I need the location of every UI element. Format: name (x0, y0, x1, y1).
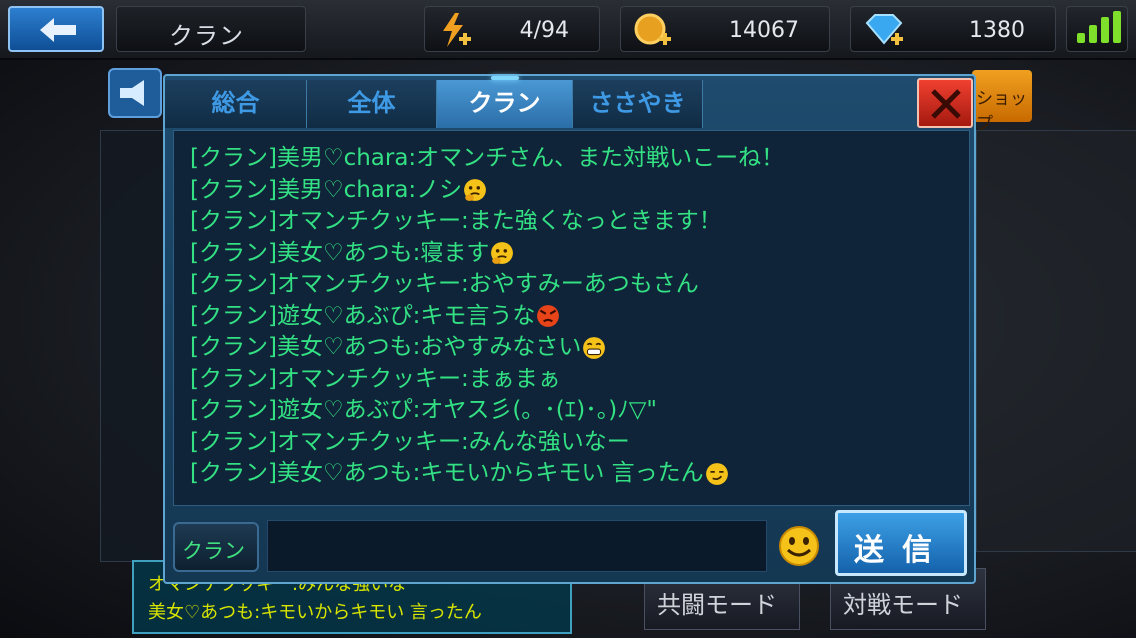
chat-tabs: 総合 全体 クラン ささやき (165, 76, 765, 130)
gem-value: 1380 (969, 18, 1025, 43)
announcement-button[interactable] (108, 68, 162, 118)
ticker-line: 美女♡あつも:キモいからキモい 言ったん (148, 602, 482, 623)
tab-label: クラン (468, 89, 541, 117)
chat-message: [クラン]オマンチクッキー:みんな強いなー (190, 427, 630, 458)
chat-message-text: [クラン]オマンチクッキー:まぁまぁ (190, 365, 561, 392)
chat-message-text: [クラン]美女♡あつも:おやすみなさい (190, 334, 582, 360)
chat-message: [クラン]美女♡あつも:おやすみなさい (190, 332, 606, 363)
send-label: 送信 (854, 533, 950, 568)
smiley-icon (779, 526, 819, 566)
chat-message: [クラン]遊女♡あぶぴ:キモ言うな (190, 301, 560, 332)
grin-emoji-icon (583, 336, 606, 359)
signal-strength-icon (1066, 6, 1128, 52)
chat-message-text: [クラン]オマンチクッキー:また強くなっときます！ (190, 208, 722, 234)
chat-message-text: [クラン]遊女♡あぶぴ:キモ言うな (190, 302, 536, 329)
chat-message: [クラン]オマンチクッキー:また強くなっときます！ (190, 206, 722, 237)
stamina-value: 4/94 (519, 18, 569, 43)
top-bar: クラン 4/94 14067 1380 (0, 0, 1136, 60)
chat-message: [クラン]美女♡あつも:寝ます (190, 238, 514, 269)
chat-log[interactable]: [クラン]美男♡chara:オマンチさん、また対戦いこーね！ [クラン]美男♡ch… (173, 130, 970, 506)
megaphone-icon (120, 80, 144, 106)
chat-message: [クラン]美男♡chara:オマンチさん、また対戦いこーね！ (190, 143, 784, 174)
thinking-emoji-icon (491, 242, 514, 264)
chat-message: [クラン]遊女♡あぶぴ:オヤス彡(。･(ｴ)･。)ﾉ▽" (190, 395, 657, 426)
channel-select-button[interactable]: クラン (173, 522, 259, 572)
tab-whisper[interactable]: ささやき (573, 80, 703, 128)
close-icon (931, 89, 961, 119)
smirk-emoji-icon (705, 462, 728, 485)
angry-emoji-icon (537, 305, 560, 327)
screen-title-box: クラン (116, 6, 306, 52)
chat-message-text: [クラン]美男♡chara:オマンチさん、また対戦いこーね！ (190, 145, 785, 171)
chat-message-text: [クラン]オマンチクッキー:おやすみーあつもさん (190, 271, 699, 297)
channel-label: クラン (182, 539, 245, 563)
chat-message: [クラン]オマンチクッキー:おやすみーあつもさん (190, 269, 699, 300)
tab-clan[interactable]: クラン (437, 76, 573, 128)
coin-plus-icon (634, 13, 671, 45)
background-banner (100, 130, 166, 562)
battle-mode-label: 対戦モード (843, 591, 963, 619)
close-button[interactable] (917, 78, 973, 128)
chat-message: [クラン]美男♡chara:ノシ (190, 175, 487, 206)
chat-message-text: [クラン]遊女♡あぶぴ:オヤス彡(。･(ｴ)･。)ﾉ▽" (190, 397, 657, 423)
chat-input-row: クラン 送信 (173, 510, 970, 578)
stamina-counter[interactable]: 4/94 (424, 6, 600, 52)
shop-label: ショップ (976, 89, 1027, 134)
emoji-picker-button[interactable] (777, 524, 821, 568)
tab-label: 全体 (347, 89, 396, 117)
coop-mode-label: 共闘モード (657, 591, 777, 619)
screen-title: クラン (169, 22, 244, 50)
chat-message: [クラン]オマンチクッキー:まぁまぁ (190, 364, 561, 395)
chat-message-text: [クラン]オマンチクッキー:みんな強いなー (190, 428, 630, 455)
back-button[interactable] (8, 6, 104, 52)
background-side-panel (976, 130, 1136, 552)
shop-button[interactable]: ショップ (972, 70, 1032, 134)
tab-all[interactable]: 全体 (307, 80, 437, 128)
diamond-plus-icon (865, 14, 903, 45)
tab-label: 総合 (211, 89, 260, 117)
chat-input[interactable] (267, 520, 767, 572)
chat-message-text: [クラン]美女♡あつも:キモいからキモい 言ったん (190, 460, 704, 486)
coin-counter[interactable]: 14067 (620, 6, 830, 52)
chat-message-text: [クラン]美男♡chara:ノシ (190, 176, 463, 203)
tab-general[interactable]: 総合 (165, 80, 307, 128)
chat-window: 総合 全体 クラン ささやき [クラン]美男♡chara:オマンチさん、また対戦… (163, 74, 976, 584)
back-arrow-icon (40, 18, 76, 42)
chat-message-text: [クラン]美女♡あつも:寝ます (190, 239, 490, 266)
lightning-plus-icon (443, 13, 471, 47)
thinking-emoji-icon (464, 179, 487, 201)
tab-label: ささやき (589, 89, 686, 117)
coin-value: 14067 (729, 18, 799, 43)
gem-counter[interactable]: 1380 (850, 6, 1056, 52)
chat-message: [クラン]美女♡あつも:キモいからキモい 言ったん (190, 458, 729, 489)
send-button[interactable]: 送信 (835, 510, 967, 576)
